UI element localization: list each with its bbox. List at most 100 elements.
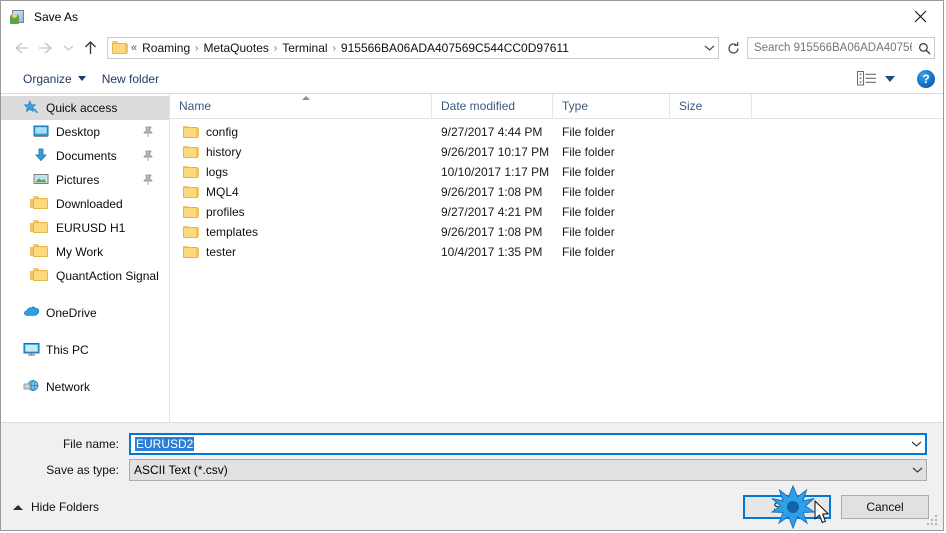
sidebar-item-label: Network	[46, 380, 91, 394]
search-input[interactable]	[748, 41, 914, 55]
table-row[interactable]: history 9/26/2017 10:17 PM File folder	[170, 142, 943, 162]
breadcrumb-item-roaming[interactable]: Roaming	[139, 41, 193, 55]
breadcrumb-item-metaquotes[interactable]: MetaQuotes	[201, 41, 272, 55]
table-row[interactable]: templates 9/26/2017 1:08 PM File folder	[170, 222, 943, 242]
folder-icon	[183, 125, 199, 139]
cancel-button[interactable]: Cancel	[841, 495, 929, 519]
column-header-size[interactable]: Size	[670, 94, 752, 118]
pictures-icon	[33, 172, 50, 188]
table-row[interactable]: tester 10/4/2017 1:35 PM File folder	[170, 242, 943, 262]
column-header-name[interactable]: Name	[170, 94, 432, 118]
sidebar-item-quantaction-signal[interactable]: QuantAction Signal	[1, 264, 169, 288]
file-name-label: templates	[206, 225, 259, 239]
address-bar[interactable]: « Roaming › MetaQuotes › Terminal › 9155…	[107, 37, 719, 59]
save-as-type-field[interactable]: ASCII Text (*.csv)	[129, 459, 927, 481]
file-date-cell: 9/26/2017 1:08 PM	[441, 225, 543, 239]
sidebar-divider	[1, 325, 169, 338]
sort-ascending-icon	[302, 96, 310, 100]
column-header-date-modified[interactable]: Date modified	[432, 94, 553, 118]
back-arrow-icon[interactable]	[7, 35, 33, 61]
file-list-pane: Name Date modified Type Size config 9/27…	[170, 94, 943, 422]
file-name-label: File name:	[62, 437, 119, 451]
documents-icon	[33, 148, 50, 164]
file-name-cell: profiles	[170, 205, 432, 219]
close-icon[interactable]	[897, 1, 943, 31]
command-toolbar: Organize New folder ?	[1, 64, 943, 94]
breadcrumb-item-terminal-id[interactable]: 915566BA06ADA407569C544CC0D97611	[338, 41, 572, 55]
organize-button[interactable]: Organize	[15, 69, 94, 89]
file-date-cell: 9/26/2017 10:17 PM	[441, 145, 550, 159]
file-type-cell: File folder	[562, 205, 615, 219]
file-type-row: Save as type: ASCII Text (*.csv)	[17, 459, 927, 481]
file-type-cell: File folder	[562, 165, 615, 179]
file-name-value: EURUSD2	[135, 437, 195, 451]
sidebar-item-pictures[interactable]: Pictures	[1, 168, 169, 192]
up-arrow-icon[interactable]	[77, 35, 103, 61]
view-options-icon[interactable]	[856, 70, 878, 88]
folder-icon	[30, 244, 50, 260]
sidebar-item-label: This PC	[46, 343, 89, 357]
folder-icon	[183, 205, 199, 219]
save-as-type-chevron-down-icon[interactable]	[909, 460, 926, 480]
folder-icon	[183, 145, 199, 159]
table-row[interactable]: profiles 9/27/2017 4:21 PM File folder	[170, 202, 943, 222]
sidebar-item-my-work[interactable]: My Work	[1, 240, 169, 264]
table-row[interactable]: MQL4 9/26/2017 1:08 PM File folder	[170, 182, 943, 202]
file-name-field[interactable]: EURUSD2	[129, 433, 927, 455]
sidebar-item-label: Desktop	[56, 125, 101, 139]
chevron-down-icon	[77, 76, 86, 81]
breadcrumb-separator: ›	[195, 42, 199, 54]
chevron-up-icon	[13, 504, 23, 510]
file-type-cell: File folder	[562, 185, 615, 199]
sidebar-item-network[interactable]: Network	[1, 375, 169, 399]
file-type-cell: File folder	[562, 125, 615, 139]
view-chevron-down-icon[interactable]	[885, 75, 895, 82]
save-as-type-label: Save as type:	[46, 463, 119, 477]
forward-arrow-icon[interactable]	[33, 35, 59, 61]
file-rows: config 9/27/2017 4:44 PM File folder his…	[170, 119, 943, 422]
search-box[interactable]	[747, 37, 935, 59]
file-name-label: MQL4	[206, 185, 239, 199]
table-row[interactable]: config 9/27/2017 4:44 PM File folder	[170, 122, 943, 142]
sidebar-item-eurusd-h1[interactable]: EURUSD H1	[1, 216, 169, 240]
file-name-row: File name: EURUSD2	[17, 433, 927, 455]
sidebar-item-downloaded[interactable]: Downloaded	[1, 192, 169, 216]
sidebar-item-quick-access[interactable]: Quick access	[1, 96, 169, 120]
sidebar-item-label: EURUSD H1	[56, 221, 126, 235]
help-icon[interactable]: ?	[917, 69, 935, 88]
breadcrumb-overflow[interactable]: «	[131, 42, 139, 54]
sidebar-item-label: Quick access	[46, 101, 118, 115]
save-button[interactable]: Save	[743, 495, 831, 519]
file-name-chevron-down-icon[interactable]	[908, 434, 925, 454]
file-date-cell: 9/27/2017 4:21 PM	[441, 205, 543, 219]
folder-icon	[183, 185, 199, 199]
refresh-icon[interactable]	[723, 37, 743, 59]
sidebar-item-label: Documents	[56, 149, 117, 163]
address-chevron-down-icon[interactable]	[700, 38, 718, 58]
folder-icon	[30, 220, 50, 236]
table-row[interactable]: logs 10/10/2017 1:17 PM File folder	[170, 162, 943, 182]
sidebar-item-desktop[interactable]: Desktop	[1, 120, 169, 144]
new-folder-button[interactable]: New folder	[94, 69, 167, 89]
folder-icon	[183, 165, 199, 179]
desktop-icon	[33, 124, 50, 140]
file-name-cell: MQL4	[170, 185, 432, 199]
file-name-value-wrap: EURUSD2	[131, 437, 908, 451]
navigation-bar: « Roaming › MetaQuotes › Terminal › 9155…	[1, 32, 943, 64]
breadcrumb-item-terminal[interactable]: Terminal	[279, 41, 330, 55]
search-icon[interactable]	[914, 38, 934, 58]
column-header-type[interactable]: Type	[553, 94, 670, 118]
sidebar-item-documents[interactable]: Documents	[1, 144, 169, 168]
sidebar-item-onedrive[interactable]: OneDrive	[1, 301, 169, 325]
navigation-sidebar: Quick access Desktop Documents Pictures …	[1, 94, 170, 422]
sidebar-item-this-pc[interactable]: This PC	[1, 338, 169, 362]
onedrive-cloud-icon	[23, 305, 40, 321]
address-folder-icon	[112, 41, 128, 55]
sidebar-divider	[1, 288, 169, 301]
pin-icon[interactable]	[143, 126, 153, 138]
pin-icon[interactable]	[143, 174, 153, 186]
pin-icon[interactable]	[143, 150, 153, 162]
recent-locations-chevron-icon[interactable]	[59, 35, 77, 61]
resize-grip[interactable]	[927, 515, 939, 527]
hide-folders-button[interactable]: Hide Folders	[13, 500, 99, 514]
